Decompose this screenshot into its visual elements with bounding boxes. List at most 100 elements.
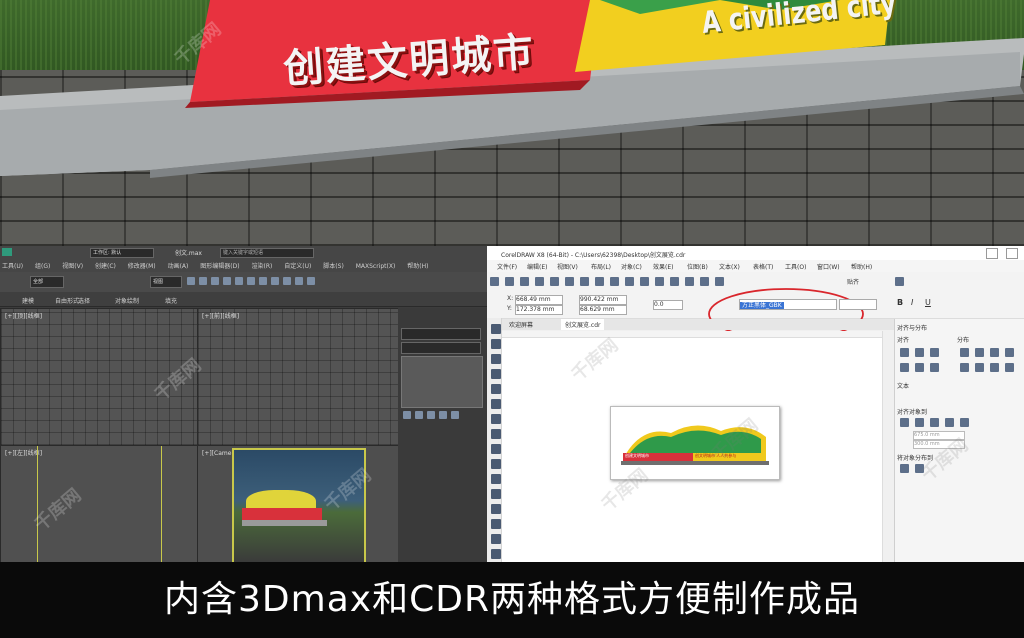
open-icon[interactable] bbox=[505, 277, 514, 286]
align-top-icon[interactable] bbox=[900, 363, 909, 372]
width-input[interactable]: 990.422 mm bbox=[579, 295, 627, 305]
search-icon[interactable] bbox=[625, 277, 634, 286]
viewport-front[interactable]: [+][前][线框] bbox=[197, 308, 399, 446]
new-icon[interactable] bbox=[490, 277, 499, 286]
layer-icon[interactable] bbox=[259, 277, 267, 285]
curve-editor-icon[interactable] bbox=[271, 277, 279, 285]
redo-icon[interactable] bbox=[610, 277, 619, 286]
cdr-menu-item[interactable]: 布局(L) bbox=[591, 262, 611, 271]
options-icon[interactable] bbox=[895, 277, 904, 286]
cdr-menu-item[interactable]: 文件(F) bbox=[497, 262, 517, 271]
import-icon[interactable] bbox=[640, 277, 649, 286]
close-icon[interactable] bbox=[1006, 248, 1018, 259]
max-menu-item[interactable]: 渲染(R) bbox=[252, 263, 273, 270]
text-tool-icon[interactable] bbox=[491, 459, 501, 469]
render-setup-icon[interactable] bbox=[295, 277, 303, 285]
parallel-dimension-icon[interactable] bbox=[491, 474, 501, 484]
print-icon[interactable] bbox=[535, 277, 544, 286]
snap-to-select[interactable]: 贴齐 bbox=[847, 277, 859, 286]
tab-selection[interactable]: 选择 bbox=[78, 296, 90, 305]
max-menu-item[interactable]: 图形编辑器(D) bbox=[200, 263, 239, 270]
workspace-select[interactable]: 工作区: 默认 bbox=[90, 248, 154, 258]
rotation-angle-input[interactable]: 0.0 bbox=[653, 300, 683, 310]
distribute-center-icon[interactable] bbox=[975, 348, 984, 357]
x-position-input[interactable]: 668.49 mm bbox=[515, 295, 563, 305]
modifier-stack[interactable] bbox=[401, 342, 481, 354]
underline-icon[interactable]: U bbox=[925, 298, 931, 307]
mirror-icon[interactable] bbox=[235, 277, 243, 285]
tab-modeling[interactable]: 建模 bbox=[22, 296, 34, 305]
viewport-camera[interactable]: [+][Camera01][真实] bbox=[197, 445, 399, 564]
cdr-menu-item[interactable]: 编辑(E) bbox=[527, 262, 547, 271]
rotate-icon[interactable] bbox=[199, 277, 207, 285]
tab-freeform[interactable]: 自由形式 bbox=[55, 296, 79, 305]
paste-icon[interactable] bbox=[580, 277, 589, 286]
viewport-label[interactable]: [+][前][线框] bbox=[202, 311, 239, 320]
viewport-label[interactable]: [+][顶][线框] bbox=[5, 311, 42, 320]
align-bottom-icon[interactable] bbox=[930, 363, 939, 372]
polygon-tool-icon[interactable] bbox=[491, 444, 501, 454]
material-editor-icon[interactable] bbox=[283, 277, 291, 285]
page-center-icon[interactable] bbox=[930, 418, 939, 427]
drop-shadow-icon[interactable] bbox=[491, 504, 501, 514]
max-menu-item[interactable]: 组(G) bbox=[35, 263, 50, 270]
copy-icon[interactable] bbox=[565, 277, 574, 286]
crop-tool-icon[interactable] bbox=[491, 354, 501, 364]
cdr-menu-item[interactable]: 对象(C) bbox=[621, 262, 642, 271]
cdr-menu-item[interactable]: 工具(O) bbox=[785, 262, 806, 271]
configure-modifier-icon[interactable] bbox=[451, 411, 459, 419]
rulers-icon[interactable] bbox=[700, 277, 709, 286]
max-search-input[interactable]: 键入关键字或短语 bbox=[220, 248, 314, 258]
full-screen-icon[interactable] bbox=[685, 277, 694, 286]
cdr-menu-item[interactable]: 表格(T) bbox=[753, 262, 773, 271]
align-right-icon[interactable] bbox=[930, 348, 939, 357]
max-menu-item[interactable]: 视图(V) bbox=[62, 263, 83, 270]
transparency-icon[interactable] bbox=[491, 519, 501, 529]
y-position-input[interactable]: 172.378 mm bbox=[515, 305, 563, 315]
save-icon[interactable] bbox=[520, 277, 529, 286]
cdr-menu-item[interactable]: 视图(V) bbox=[557, 262, 578, 271]
cdr-menu-item[interactable]: 窗口(W) bbox=[817, 262, 840, 271]
cdr-menu-item[interactable]: 效果(E) bbox=[653, 262, 673, 271]
artistic-media-icon[interactable] bbox=[491, 399, 501, 409]
cdr-menu-item[interactable]: 位图(B) bbox=[687, 262, 708, 271]
reference-coord-select[interactable]: 视图 bbox=[150, 276, 182, 288]
grid-icon[interactable] bbox=[715, 277, 724, 286]
cdr-menu-item[interactable]: 帮助(H) bbox=[851, 262, 872, 271]
active-objects-icon[interactable] bbox=[900, 418, 909, 427]
tab-document[interactable]: 创文展览.cdr bbox=[561, 319, 605, 330]
distribute-spacing-icon[interactable] bbox=[990, 348, 999, 357]
max-menu-item[interactable]: 帮助(H) bbox=[407, 263, 428, 270]
max-menu-item[interactable]: 动画(A) bbox=[168, 263, 189, 270]
connector-tool-icon[interactable] bbox=[491, 489, 501, 499]
snap-icon[interactable] bbox=[223, 277, 231, 285]
cdr-menu-item[interactable]: 文本(X) bbox=[719, 262, 740, 271]
bold-icon[interactable]: B bbox=[897, 298, 903, 307]
align-center-icon[interactable] bbox=[915, 348, 924, 357]
max-menu-item[interactable]: 创建(C) bbox=[95, 263, 116, 270]
align-icon[interactable] bbox=[247, 277, 255, 285]
viewport-left[interactable]: [+][左][线框] bbox=[0, 445, 198, 564]
tab-object-paint[interactable]: 对象绘制 bbox=[115, 296, 139, 305]
pick-tool-icon[interactable] bbox=[491, 324, 501, 334]
height-input[interactable]: 68.629 mm bbox=[579, 305, 627, 315]
undo-icon[interactable] bbox=[595, 277, 604, 286]
color-eyedropper-icon[interactable] bbox=[491, 534, 501, 544]
show-end-result-icon[interactable] bbox=[415, 411, 423, 419]
pin-stack-icon[interactable] bbox=[403, 411, 411, 419]
render-icon[interactable] bbox=[307, 277, 315, 285]
zoom-tool-icon[interactable] bbox=[491, 369, 501, 379]
max-menu-item[interactable]: MAXScript(X) bbox=[356, 263, 396, 270]
italic-icon[interactable]: I bbox=[911, 298, 913, 307]
distribute-vspacing-icon[interactable] bbox=[990, 363, 999, 372]
interactive-fill-icon[interactable] bbox=[491, 549, 501, 559]
font-size-select[interactable] bbox=[839, 299, 877, 310]
page-edge-icon[interactable] bbox=[915, 418, 924, 427]
grid-align-icon[interactable] bbox=[945, 418, 954, 427]
distribute-left-icon[interactable] bbox=[960, 348, 969, 357]
max-menu-item[interactable]: 自定义(U) bbox=[284, 263, 311, 270]
distribute-middle-icon[interactable] bbox=[975, 363, 984, 372]
max-menu-item[interactable]: 修改器(M) bbox=[128, 263, 156, 270]
freehand-tool-icon[interactable] bbox=[491, 384, 501, 394]
align-left-icon[interactable] bbox=[900, 348, 909, 357]
